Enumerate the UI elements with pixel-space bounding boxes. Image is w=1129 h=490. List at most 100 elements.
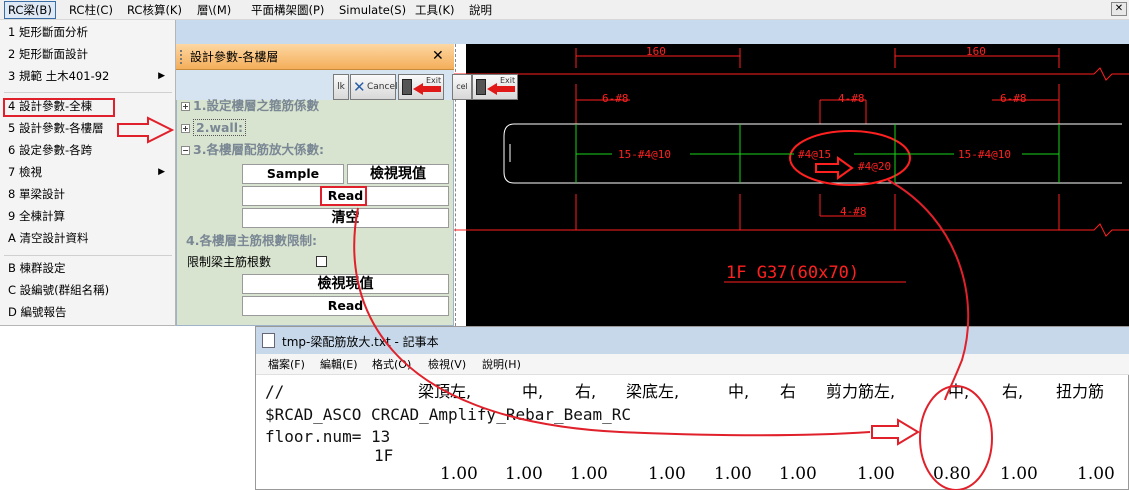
menu-plan-frame[interactable]: 平面構架圖(P) [248, 2, 327, 18]
dim-label: 160 [966, 45, 986, 58]
rebar-label: 6-#8 [602, 92, 629, 105]
menu-item-label: 1 矩形斷面分析 [8, 25, 88, 39]
limit-checkbox[interactable] [316, 256, 327, 267]
section-label: 1.設定樓層之箍筋係數 [193, 98, 319, 113]
menu-item-number-report[interactable]: D 編號報告 [0, 302, 175, 322]
menu-item-label: 7 檢視 [8, 165, 42, 179]
menu-item-set-number[interactable]: C 設編號(群組名稱) [0, 280, 175, 300]
beam-drawing: 160 160 6-#8 4-#8 6-#8 15-#4@10 #4@15 #4… [454, 45, 1129, 283]
toolbar-strip [176, 20, 1129, 44]
section-label: 2.wall: [193, 119, 246, 136]
np-line-floor: 1F [374, 446, 394, 465]
np-value: 1.00 [648, 464, 686, 484]
drag-grip-icon[interactable] [180, 50, 183, 64]
section-amplify-factor[interactable]: −3.各樓層配筋放大係數: [180, 140, 448, 160]
menu-item-label: C 設編號(群組名稱) [8, 283, 110, 297]
menu-bar: RC梁(B) RC柱(C) RC核算(K) 層\(M) 平面構架圖(P) Sim… [0, 0, 1129, 20]
stirrup-label: #4@20 [858, 160, 891, 173]
np-menu-file[interactable]: 檔案(F) [268, 358, 305, 372]
np-value: 1.00 [779, 464, 817, 484]
expand-icon[interactable]: + [181, 124, 190, 133]
close-icon[interactable]: ✕ [1111, 2, 1127, 16]
np-value: 0.80 [933, 464, 971, 484]
menu-item-view[interactable]: 7 檢視 ▶ [0, 162, 175, 182]
menu-item-code[interactable]: 3 規範 土木401-92 ▶ [0, 66, 175, 86]
np-line-asco: $RCAD_ASCO CRCAD_Amplify_Rebar_Beam_RC [265, 405, 632, 424]
section-wall[interactable]: +2.wall: [180, 118, 448, 138]
submenu-arrow-icon: ▶ [158, 167, 165, 177]
menu-item-rect-design[interactable]: 2 矩形斷面設計 [0, 44, 175, 64]
section-label: 3.各樓層配筋放大係數: [193, 142, 324, 157]
menu-item-label: 3 規範 土木401-92 [8, 69, 110, 83]
np-header: 剪力筋左, [826, 382, 896, 401]
np-value: 1.00 [714, 464, 752, 484]
np-header: 中, [948, 382, 970, 401]
menu-item-label: 8 單梁設計 [8, 187, 65, 201]
menu-item-single-beam[interactable]: 8 單梁設計 [0, 184, 175, 204]
menu-item-label: A 清空設計資料 [8, 231, 89, 245]
expand-icon[interactable]: + [181, 102, 190, 111]
exit-button-2[interactable]: Exit [472, 74, 518, 100]
np-header: 梁頂左, [418, 382, 472, 401]
rebar-label: 4-#8 [840, 205, 867, 218]
stirrup-label: 15-#4@10 [618, 148, 671, 161]
door-icon [402, 79, 412, 95]
np-menu-view[interactable]: 檢視(V) [428, 358, 466, 372]
menu-item-params-floor[interactable]: 5 設計參數-各樓層 [0, 118, 175, 138]
np-menu-help[interactable]: 說明(H) [482, 358, 521, 372]
menu-item-compute-all[interactable]: 9 全棟計算 [0, 206, 175, 226]
dim-label: 160 [646, 45, 666, 58]
close-icon[interactable]: ✕ [432, 48, 444, 64]
door-icon [476, 79, 486, 95]
menu-separator [4, 92, 172, 93]
np-header: 中, [522, 382, 544, 401]
cancel-label: Cancel [367, 82, 398, 92]
np-header: 右, [575, 382, 597, 401]
view-current-button-2[interactable]: 檢視現值 [242, 274, 449, 294]
notepad-icon [262, 333, 275, 348]
menu-floor[interactable]: 層\(M) [194, 2, 234, 18]
arrow-icon [815, 156, 854, 180]
red-arrow-icon [413, 83, 441, 95]
np-value: 1.00 [440, 464, 478, 484]
menu-separator [4, 255, 172, 256]
menu-help[interactable]: 說明 [466, 2, 495, 18]
np-comment-prefix: // [265, 382, 285, 401]
menu-simulate[interactable]: Simulate(S) [336, 2, 409, 18]
np-header: 梁底左, [626, 382, 680, 401]
np-value: 1.00 [505, 464, 543, 484]
menu-item-params-span[interactable]: 6 設定參數-各跨 [0, 140, 175, 160]
np-value: 1.00 [1000, 464, 1038, 484]
rc-beam-dropdown: 1 矩形斷面分析 2 矩形斷面設計 3 規範 土木401-92 ▶ 4 設計參數-… [0, 20, 176, 326]
submenu-arrow-icon: ▶ [158, 71, 165, 81]
sample-button[interactable]: Sample [242, 164, 344, 184]
menu-item-rect-analysis[interactable]: 1 矩形斷面分析 [0, 22, 175, 42]
menu-item-clear-design[interactable]: A 清空設計資料 [0, 228, 175, 248]
stirrup-label: 15-#4@10 [958, 148, 1011, 161]
menu-rc-column[interactable]: RC柱(C) [66, 2, 116, 18]
menu-rc-beam[interactable]: RC梁(B) [4, 1, 56, 19]
clear-button[interactable]: 清空 [242, 208, 449, 228]
highlight-box [320, 186, 367, 206]
np-line-floor-num: floor.num= 13 [265, 427, 391, 446]
section-label: 4.各樓層主筋根數限制: [186, 233, 317, 248]
section-main-bar-limit: 4.各樓層主筋根數限制: [186, 231, 454, 251]
menu-item-label: D 編號報告 [8, 305, 67, 319]
np-value: 1.00 [857, 464, 895, 484]
menu-tools[interactable]: 工具(K) [412, 2, 458, 18]
notepad-title: tmp-梁配筋放大.txt - 記事本 [282, 335, 439, 349]
menu-item-building-group[interactable]: B 棟群設定 [0, 258, 175, 278]
np-header: 扭力筋 [1056, 382, 1105, 401]
highlight-box [3, 98, 115, 117]
collapse-icon[interactable]: − [181, 146, 190, 155]
view-current-button[interactable]: 檢視現值 [347, 164, 449, 184]
menu-rc-check[interactable]: RC核算(K) [124, 2, 185, 18]
np-menu-edit[interactable]: 編輯(E) [320, 358, 358, 372]
np-menu-format[interactable]: 格式(O) [372, 358, 411, 372]
section-stirrup-factor[interactable]: +1.設定樓層之箍筋係數 [180, 96, 448, 116]
read-button-2[interactable]: Read [242, 296, 449, 316]
np-value: 1.00 [1077, 464, 1115, 484]
red-arrow-icon [487, 83, 515, 95]
menu-item-label: 9 全棟計算 [8, 209, 65, 223]
cancel-button-2[interactable]: cel [452, 74, 472, 100]
